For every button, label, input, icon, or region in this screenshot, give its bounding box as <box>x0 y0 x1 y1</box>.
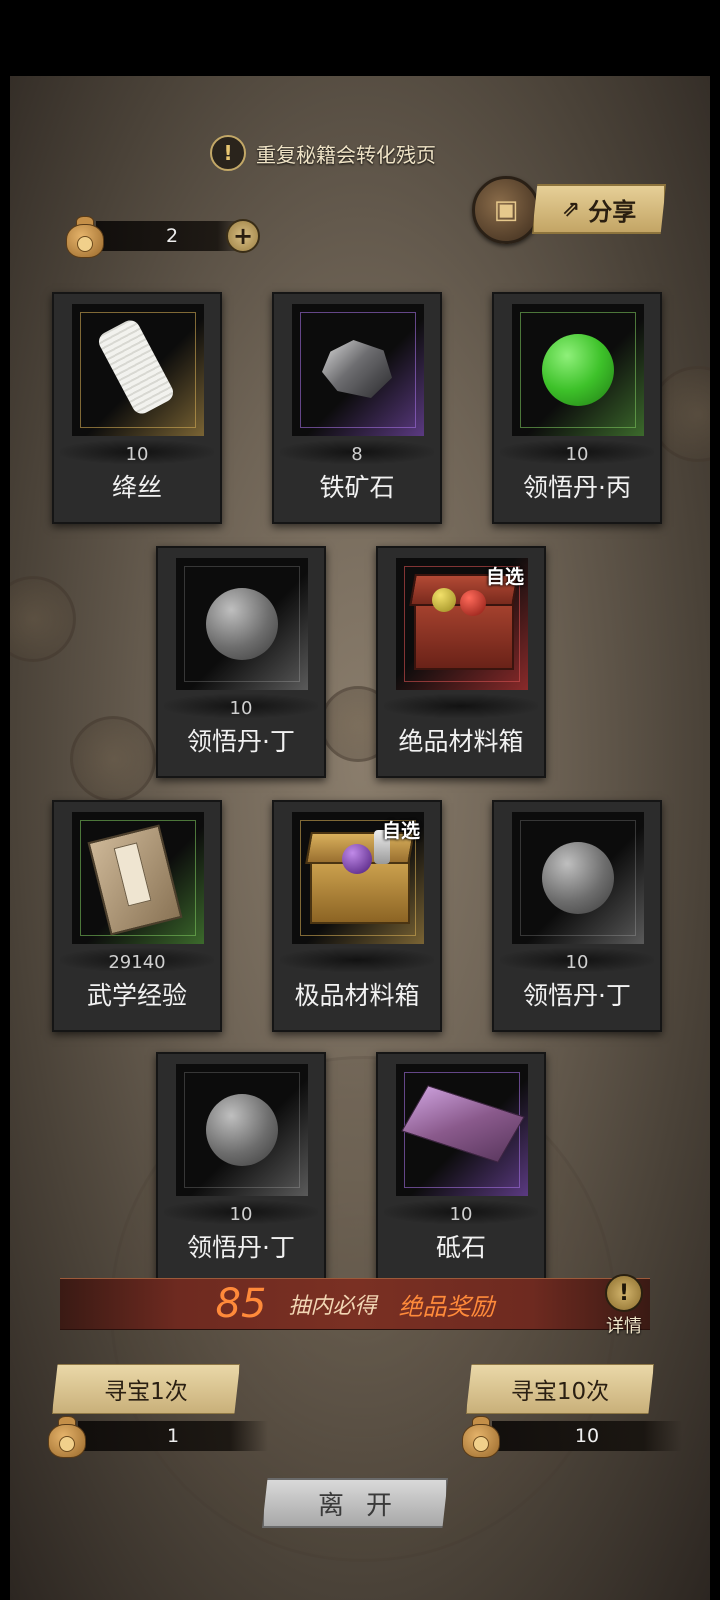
gray-pill-icon <box>542 842 614 914</box>
guarantee-text: 抽内必得 <box>288 1294 377 1319</box>
duplicate-notice: ! 重复秘籍会转化残页 <box>210 134 510 172</box>
item-name: 领悟丹·丙 <box>523 473 631 502</box>
item-frame <box>396 1064 528 1196</box>
green-pill-icon <box>542 334 614 406</box>
money-bag-icon <box>64 214 104 258</box>
item-count: 10 <box>229 698 253 719</box>
guarantee-count: 85 <box>215 1281 267 1327</box>
background-coin <box>10 576 76 662</box>
reward-card[interactable]: 8 铁矿石 <box>272 292 442 524</box>
currency-display: 2 + <box>64 216 260 258</box>
item-name: 砥石 <box>435 1233 486 1262</box>
optional-badge: 自选 <box>485 566 524 588</box>
share-icon: ⇗ <box>561 196 581 222</box>
item-name: 领悟丹·丁 <box>187 727 295 756</box>
details-label: 详情 <box>606 1316 642 1337</box>
optional-badge: 自选 <box>381 820 420 842</box>
item-frame <box>72 304 204 436</box>
item-count: 10 <box>229 1204 253 1225</box>
gray-pill-icon <box>206 588 278 660</box>
plus-icon[interactable]: + <box>226 219 260 253</box>
guarantee-banner: 85 抽内必得 绝品奖励 <box>60 1278 650 1330</box>
reward-card[interactable]: 29140 武学经验 <box>52 800 222 1032</box>
reward-card[interactable]: 10 领悟丹·丁 <box>156 546 326 778</box>
draw-once-cost: 1 <box>46 1416 268 1458</box>
item-count: 29140 <box>108 952 166 973</box>
details-button[interactable]: ! 详情 <box>596 1274 652 1337</box>
item-count: 8 <box>351 444 363 465</box>
item-count: 10 <box>125 444 149 465</box>
share-label: 分享 <box>588 197 637 226</box>
item-name: 武学经验 <box>86 981 187 1010</box>
exclamation-icon: ! <box>210 135 246 171</box>
reward-card[interactable]: 10 领悟丹·丁 <box>156 1052 326 1284</box>
notice-text: 重复秘籍会转化残页 <box>256 142 436 167</box>
item-frame <box>176 1064 308 1196</box>
item-frame <box>72 812 204 944</box>
cost-amount: 10 <box>492 1421 682 1451</box>
reward-card[interactable]: 10 领悟丹·丁 <box>492 800 662 1032</box>
treasure-chest-icon[interactable]: ▣ <box>472 176 540 244</box>
leave-button[interactable]: 离开 <box>262 1478 448 1528</box>
cost-amount: 1 <box>78 1421 268 1451</box>
draw-ten-cost: 10 <box>460 1416 682 1458</box>
guarantee-reward: 绝品奖励 <box>398 1292 495 1321</box>
item-frame <box>292 304 424 436</box>
item-name: 极品材料箱 <box>294 981 420 1010</box>
reward-card[interactable]: 10 领悟丹·丙 <box>492 292 662 524</box>
reward-card[interactable]: 自选 极品材料箱 <box>272 800 442 1032</box>
background-coin <box>70 716 156 802</box>
draw-once-button[interactable]: 寻宝1次 <box>52 1364 240 1414</box>
gray-pill-icon <box>206 1094 278 1166</box>
reward-card[interactable]: 自选 绝品材料箱 <box>376 546 546 778</box>
share-button[interactable]: ⇗ 分享 <box>532 184 666 234</box>
item-name: 领悟丹·丁 <box>187 1233 295 1262</box>
draw-ten-button[interactable]: 寻宝10次 <box>466 1364 654 1414</box>
item-frame <box>176 558 308 690</box>
exclamation-icon: ! <box>605 1274 643 1312</box>
item-count: 10 <box>565 444 589 465</box>
money-bag-icon <box>46 1414 86 1458</box>
reward-card[interactable]: 10 绛丝 <box>52 292 222 524</box>
item-name: 绝品材料箱 <box>398 727 524 756</box>
item-frame <box>512 304 644 436</box>
treasure-screen: ! 重复秘籍会转化残页 ▣ ⇗ 分享 2 + 10 绛丝 8 铁矿石 10 领悟… <box>10 76 710 1600</box>
item-count: 10 <box>565 952 589 973</box>
gold-chest-icon <box>310 830 410 924</box>
red-chest-icon <box>414 588 514 670</box>
item-name: 铁矿石 <box>319 473 395 502</box>
item-name: 领悟丹·丁 <box>523 981 631 1010</box>
reward-card[interactable]: 10 砥石 <box>376 1052 546 1284</box>
item-frame <box>512 812 644 944</box>
item-name: 绛丝 <box>111 473 162 502</box>
item-count: 10 <box>449 1204 473 1225</box>
money-bag-icon <box>460 1414 500 1458</box>
